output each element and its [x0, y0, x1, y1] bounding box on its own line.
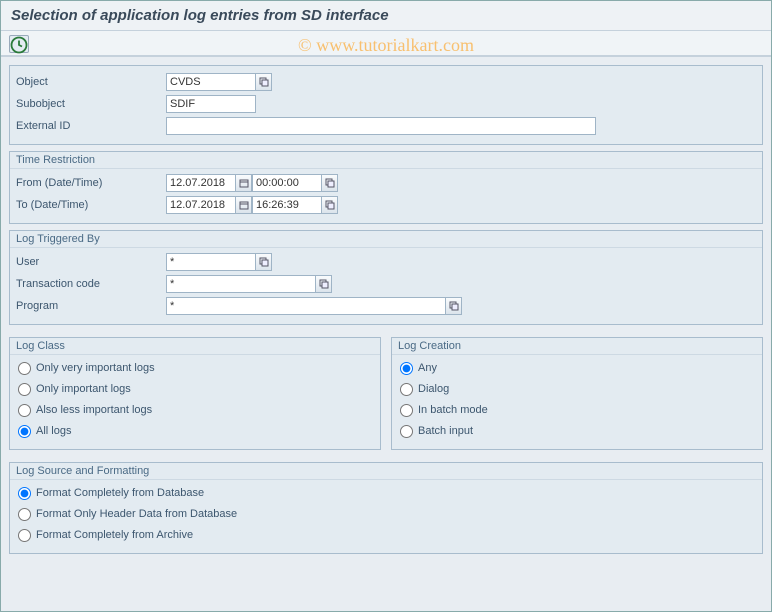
f4-to-time[interactable] [322, 196, 338, 214]
f4-to-date[interactable] [236, 196, 252, 214]
radio-label: Only very important logs [36, 362, 155, 374]
group-selection: Object Subobject External ID [9, 65, 763, 145]
radio-creation-0[interactable] [400, 362, 413, 375]
search-help-icon [259, 77, 269, 87]
input-subobject[interactable] [166, 95, 256, 113]
radio-label: Format Only Header Data from Database [36, 508, 237, 520]
f4-program[interactable] [446, 297, 462, 315]
search-help-icon [319, 279, 329, 289]
group-title-creation: Log Creation [392, 338, 762, 355]
f4-from-time[interactable] [322, 174, 338, 192]
radio-label: Only important logs [36, 383, 131, 395]
radio-class-3[interactable] [18, 425, 31, 438]
group-title-time: Time Restriction [10, 152, 762, 169]
radio-label: In batch mode [418, 404, 488, 416]
radio-source-1[interactable] [18, 508, 31, 521]
radio-creation-3[interactable] [400, 425, 413, 438]
radio-label: Also less important logs [36, 404, 152, 416]
search-help-icon [259, 257, 269, 267]
radio-label: Format Completely from Archive [36, 529, 193, 541]
label-object: Object [16, 76, 166, 88]
input-tcode[interactable] [166, 275, 316, 293]
label-external-id: External ID [16, 120, 166, 132]
search-help-icon [325, 200, 335, 210]
group-time: Time Restriction From (Date/Time) To (Da… [9, 151, 763, 224]
input-from-date[interactable] [166, 174, 236, 192]
label-from: From (Date/Time) [16, 177, 166, 189]
radio-class-1[interactable] [18, 383, 31, 396]
execute-button[interactable] [9, 35, 29, 53]
group-log-source: Log Source and Formatting Format Complet… [9, 462, 763, 554]
group-triggered: Log Triggered By User Transaction code P… [9, 230, 763, 325]
radio-label: Any [418, 362, 437, 374]
label-user: User [16, 256, 166, 268]
group-title-class: Log Class [10, 338, 380, 355]
radio-source-0[interactable] [18, 487, 31, 500]
input-to-date[interactable] [166, 196, 236, 214]
radio-label: Format Completely from Database [36, 487, 204, 499]
search-help-icon [449, 301, 459, 311]
f4-user[interactable] [256, 253, 272, 271]
label-to: To (Date/Time) [16, 199, 166, 211]
input-from-time[interactable] [252, 174, 322, 192]
calendar-icon [239, 200, 249, 210]
radio-creation-1[interactable] [400, 383, 413, 396]
input-external-id[interactable] [166, 117, 596, 135]
radio-creation-2[interactable] [400, 404, 413, 417]
radio-class-0[interactable] [18, 362, 31, 375]
radio-label: Batch input [418, 425, 473, 437]
label-tcode: Transaction code [16, 278, 166, 290]
clock-execute-icon [10, 36, 28, 54]
toolbar [1, 31, 771, 57]
label-subobject: Subobject [16, 98, 166, 110]
calendar-icon [239, 178, 249, 188]
input-user[interactable] [166, 253, 256, 271]
f4-object[interactable] [256, 73, 272, 91]
group-title-source: Log Source and Formatting [10, 463, 762, 480]
label-program: Program [16, 300, 166, 312]
radio-class-2[interactable] [18, 404, 31, 417]
f4-tcode[interactable] [316, 275, 332, 293]
page-title: Selection of application log entries fro… [1, 1, 771, 31]
radio-label: Dialog [418, 383, 449, 395]
group-title-triggered: Log Triggered By [10, 231, 762, 248]
group-log-creation: Log Creation Any Dialog In batch mode Ba… [391, 337, 763, 450]
input-object[interactable] [166, 73, 256, 91]
group-log-class: Log Class Only very important logs Only … [9, 337, 381, 450]
search-help-icon [325, 178, 335, 188]
radio-label: All logs [36, 425, 71, 437]
radio-source-2[interactable] [18, 529, 31, 542]
f4-from-date[interactable] [236, 174, 252, 192]
input-to-time[interactable] [252, 196, 322, 214]
input-program[interactable] [166, 297, 446, 315]
